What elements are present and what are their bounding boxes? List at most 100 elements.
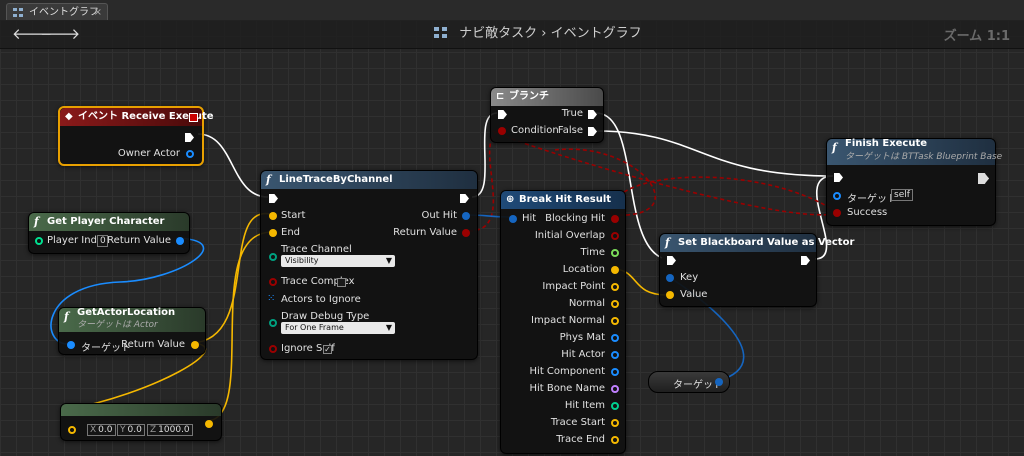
function-icon: f (266, 173, 271, 186)
draw-debug-dropdown[interactable]: For One Frame ▼ (281, 322, 395, 334)
return-value-pin[interactable] (176, 237, 184, 245)
x-value: 0.0 (98, 425, 113, 435)
output-pin[interactable] (611, 351, 619, 359)
trace-channel-pin[interactable] (269, 253, 277, 261)
target-self-field[interactable]: self (891, 189, 913, 201)
exec-in-pin[interactable] (667, 256, 676, 265)
player-index-pin[interactable] (35, 237, 43, 245)
exec-wire (595, 130, 834, 177)
pin-label: Normal (568, 298, 605, 309)
exec-out-pin[interactable] (185, 133, 194, 142)
false-exec-pin[interactable] (588, 127, 597, 136)
pin-label: True (561, 108, 583, 119)
output-pin[interactable] (611, 334, 619, 342)
array-icon[interactable]: ⁙ (267, 293, 275, 304)
node-subtitle: ターゲットは BTTask Blueprint Base (845, 152, 1003, 162)
pin-label: Phys Mat (559, 332, 605, 343)
y-value: 0.0 (127, 425, 142, 435)
output-pin[interactable] (611, 402, 619, 410)
ignore-self-checkbox[interactable]: ✓ (323, 345, 332, 354)
exec-out-pin[interactable] (460, 194, 469, 203)
pin-label: Trace Channel (281, 244, 352, 255)
output-pin[interactable] (611, 283, 619, 291)
condition-pin[interactable] (498, 127, 506, 135)
true-exec-pin[interactable] (588, 110, 597, 119)
vector-out-pin[interactable] (205, 420, 213, 428)
draw-debug-type-pin[interactable] (269, 319, 277, 327)
output-pin[interactable] (611, 249, 619, 257)
output-pin[interactable] (611, 419, 619, 427)
pin-label: Blocking Hit (545, 213, 605, 224)
pin-label: Impact Normal (531, 315, 605, 326)
pin-label: Key (680, 272, 699, 283)
chevron-down-icon: ▼ (385, 256, 392, 265)
output-pin[interactable] (611, 436, 619, 444)
node-get-actor-location[interactable]: f GetActorLocation ターゲットは Actor ターゲット Re… (58, 307, 206, 355)
node-title: Get Player Character (47, 216, 165, 227)
graph-toolbar: 🡐 🡒 ナビ敵タスク › イベントグラフ ズーム 1:1 (0, 20, 1024, 49)
pin-label: Hit Actor (561, 349, 605, 360)
node-make-vector[interactable]: X 0.0 Y 0.0 Z 1000.0 (60, 403, 222, 441)
forward-arrow-icon[interactable]: 🡒 (40, 25, 80, 43)
pin-label: Condition (511, 125, 559, 136)
pin-label: Hit (522, 213, 537, 224)
pin-label: End (281, 227, 301, 238)
pin-label: Hit Item (564, 400, 605, 411)
node-finish-execute[interactable]: f Finish Execute ターゲットは BTTask Blueprint… (826, 138, 1002, 226)
exec-in-pin[interactable] (269, 194, 278, 203)
breadcrumb[interactable]: ナビ敵タスク › イベントグラフ (434, 25, 642, 43)
return-value-pin[interactable] (462, 229, 470, 237)
key-pin[interactable] (666, 274, 674, 282)
target-pin[interactable] (67, 341, 75, 349)
ignore-self-pin[interactable] (269, 345, 277, 353)
output-pin[interactable] (611, 317, 619, 325)
pin-label: Success (847, 207, 888, 218)
z-value: 1000.0 (158, 425, 190, 435)
node-break-hit-result[interactable]: ⊕ Break Hit Result Hit Blocking Hit Initi… (500, 190, 626, 454)
hit-pin[interactable] (509, 215, 517, 223)
return-value-pin[interactable] (191, 341, 199, 349)
break-struct-icon: ⊕ (506, 194, 515, 205)
output-pin[interactable] (611, 300, 619, 308)
target-pin[interactable] (833, 192, 841, 200)
node-receive-execute[interactable]: ◆ イベント Receive Execute Owner Actor (58, 106, 214, 166)
target-out-pin[interactable] (715, 378, 723, 386)
out-hit-pin[interactable] (462, 212, 470, 220)
node-set-blackboard[interactable]: f Set Blackboard Value as Vector Key Val… (659, 233, 854, 307)
function-icon: f (665, 236, 670, 249)
exec-in-pin[interactable] (834, 173, 843, 182)
vector-in-pin[interactable] (68, 426, 76, 434)
node-target-variable[interactable]: ターゲット (648, 371, 730, 393)
success-pin[interactable] (833, 209, 841, 217)
output-pin[interactable] (611, 385, 619, 393)
output-pin[interactable] (611, 368, 619, 376)
value-pin[interactable] (666, 291, 674, 299)
vector-z-field[interactable]: Z 1000.0 (147, 424, 193, 436)
pin-label: ターゲット (847, 194, 897, 205)
vector-x-field[interactable]: X 0.0 (87, 424, 116, 436)
owner-actor-pin[interactable] (186, 150, 194, 158)
node-get-player-character[interactable]: f Get Player Character Player Index 0 Re… (28, 212, 190, 254)
vector-y-field[interactable]: Y 0.0 (117, 424, 145, 436)
exec-out-pin[interactable] (801, 256, 810, 265)
output-pin[interactable] (611, 266, 619, 274)
exec-wire (197, 133, 269, 198)
exec-out-pin[interactable] (978, 173, 989, 184)
event-diamond-icon: ◆ (65, 111, 73, 122)
trace-complex-pin[interactable] (269, 278, 277, 286)
trace-complex-checkbox[interactable] (337, 278, 346, 287)
end-pin[interactable] (269, 229, 277, 237)
exec-in-pin[interactable] (498, 110, 507, 119)
back-arrow-icon[interactable]: 🡐 (12, 25, 52, 43)
pin-label: Trace Start (550, 417, 605, 428)
output-pin[interactable] (611, 232, 619, 240)
pin-label: Start (281, 210, 306, 221)
x-label: X (90, 425, 97, 435)
trace-channel-dropdown[interactable]: Visibility ▼ (281, 255, 395, 267)
node-branch[interactable]: ⊏ ブランチ True Condition False (490, 87, 604, 143)
node-line-trace[interactable]: f LineTraceByChannel Start Out Hit End R… (260, 170, 478, 360)
branch-icon: ⊏ (496, 91, 505, 102)
start-pin[interactable] (269, 212, 277, 220)
node-title: Break Hit Result (519, 194, 612, 205)
output-pin[interactable] (611, 215, 619, 223)
